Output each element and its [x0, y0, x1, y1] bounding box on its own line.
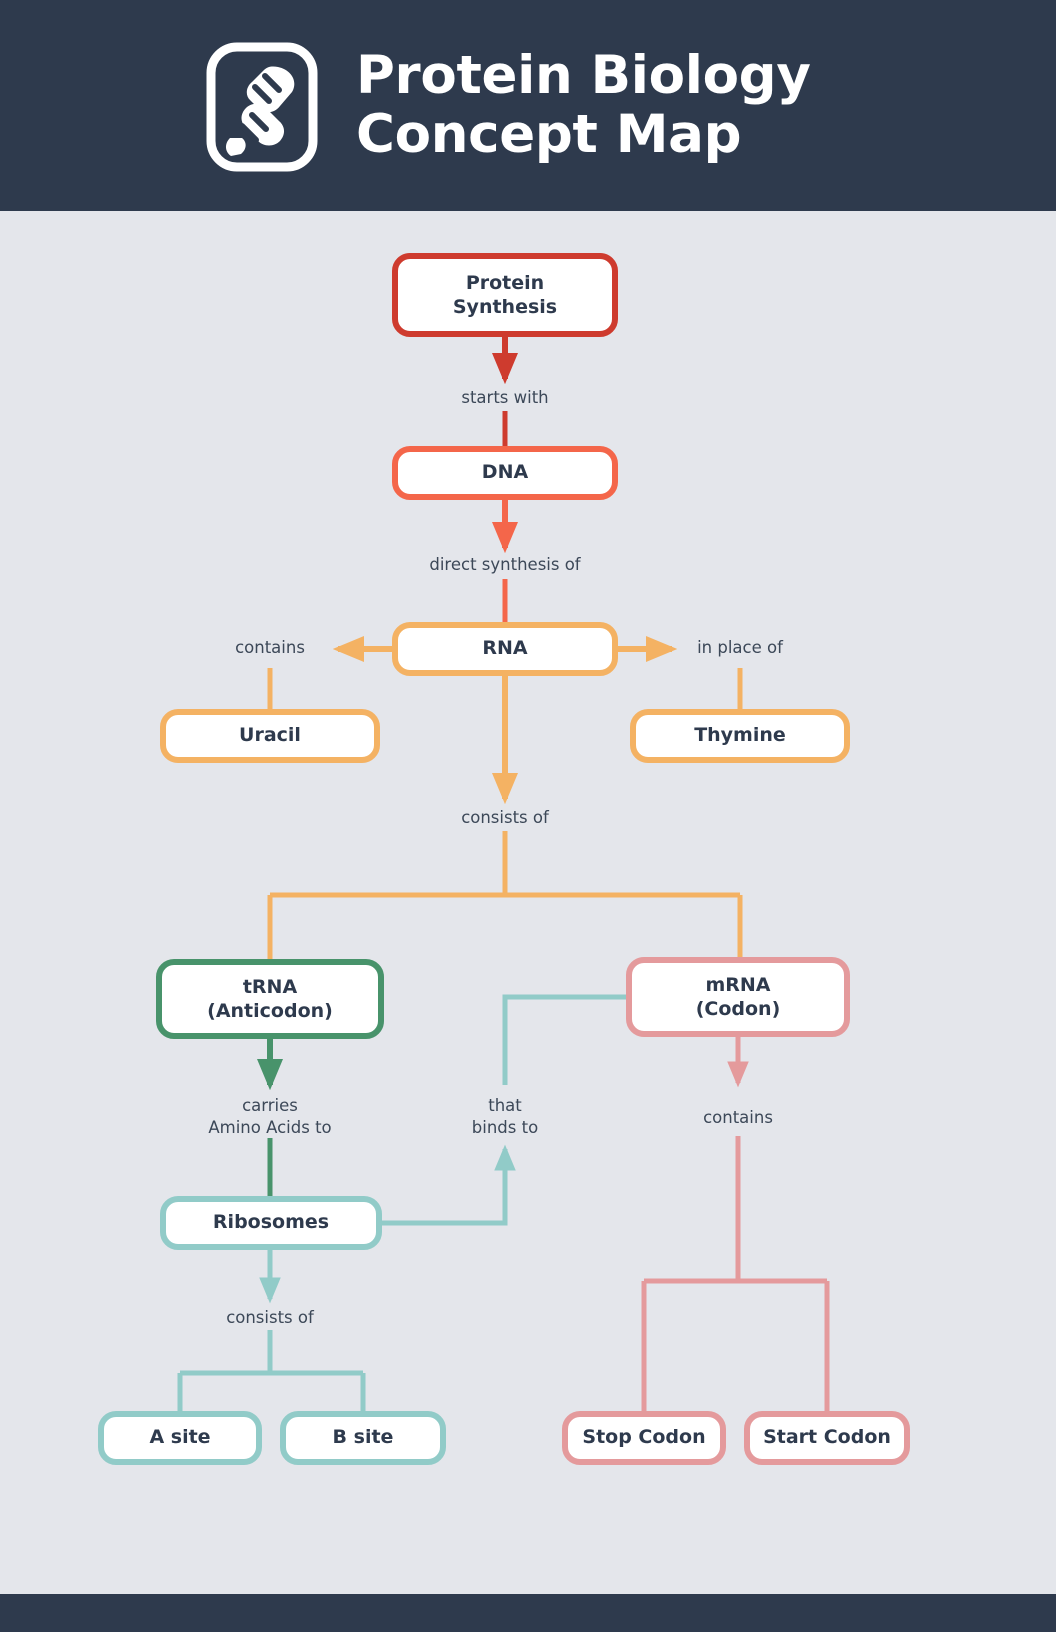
node-b-site[interactable]: B site [280, 1411, 446, 1465]
node-rna[interactable]: RNA [392, 622, 618, 676]
edge-rna-split-to-trna-mrna [267, 831, 743, 959]
node-trna-line-2: (Anticodon) [207, 1000, 333, 1022]
edge-label-contains-mrna: contains [703, 1108, 773, 1127]
page-title-line-2: Concept Map [356, 103, 742, 165]
page-footer [0, 1594, 1056, 1632]
dna-helix-icon [206, 42, 318, 172]
node-b-site-label: B site [332, 1426, 394, 1449]
node-protein-synthesis-line-2: Synthesis [452, 296, 558, 318]
node-protein-synthesis-line-1: Protein [465, 271, 545, 294]
node-ribosomes[interactable]: Ribosomes [160, 1196, 382, 1250]
edge-label-consists-of-ribosomes: consists of [226, 1308, 314, 1327]
node-trna-line-1: tRNA [242, 975, 298, 998]
connector-layer [177, 337, 830, 1411]
node-stop-codon-label: Stop Codon [582, 1426, 706, 1449]
edge-label-starts-with: starts with [461, 388, 549, 407]
node-dna[interactable]: DNA [392, 446, 618, 500]
node-thymine-label: Thymine [694, 724, 786, 747]
edge-label-direct-synthesis-of: direct synthesis of [429, 555, 581, 574]
node-ribosomes-label: Ribosomes [212, 1211, 330, 1234]
node-trna[interactable]: tRNA (Anticodon) [156, 959, 384, 1039]
node-rna-label: RNA [482, 637, 528, 660]
node-start-codon[interactable]: Start Codon [744, 1411, 910, 1465]
node-uracil-label: Uracil [239, 724, 301, 747]
node-a-site[interactable]: A site [98, 1411, 262, 1465]
edge-ribosomes-split-to-sites [177, 1330, 366, 1411]
node-mrna-line-1: mRNA [705, 973, 771, 996]
page-title: Protein Biology Concept Map [356, 45, 811, 165]
node-dna-label: DNA [481, 461, 529, 484]
node-a-site-label: A site [149, 1426, 211, 1449]
page-header: Protein Biology Concept Map [0, 0, 1056, 211]
edge-label-that-binds-to: that binds to [471, 1096, 539, 1137]
concept-map-page: Protein Biology Concept Map Protein Synt… [0, 0, 1056, 1632]
node-protein-synthesis[interactable]: Protein Synthesis [392, 253, 618, 337]
node-thymine[interactable]: Thymine [630, 709, 850, 763]
node-start-codon-label: Start Codon [763, 1426, 891, 1449]
edge-label-consists-of-rna: consists of [461, 808, 549, 827]
node-mrna[interactable]: mRNA (Codon) [626, 957, 850, 1037]
page-title-line-1: Protein Biology [356, 45, 811, 107]
edge-label-contains-uracil: contains [235, 638, 305, 657]
edge-ribosomes-to-mrna-arrow [382, 1144, 516, 1226]
node-uracil[interactable]: Uracil [160, 709, 380, 763]
edge-label-carries-amino-acids: carries Amino Acids to [208, 1096, 332, 1137]
node-stop-codon[interactable]: Stop Codon [562, 1411, 726, 1465]
edge-ribosomes-to-mrna-stub [502, 994, 626, 1085]
concept-map-canvas: Protein Synthesis DNA RNA Uracil Thymine… [0, 211, 1056, 1594]
edge-label-in-place-of: in place of [697, 638, 783, 657]
node-mrna-line-2: (Codon) [695, 998, 781, 1020]
edge-mrna-split-to-codons [641, 1136, 830, 1411]
